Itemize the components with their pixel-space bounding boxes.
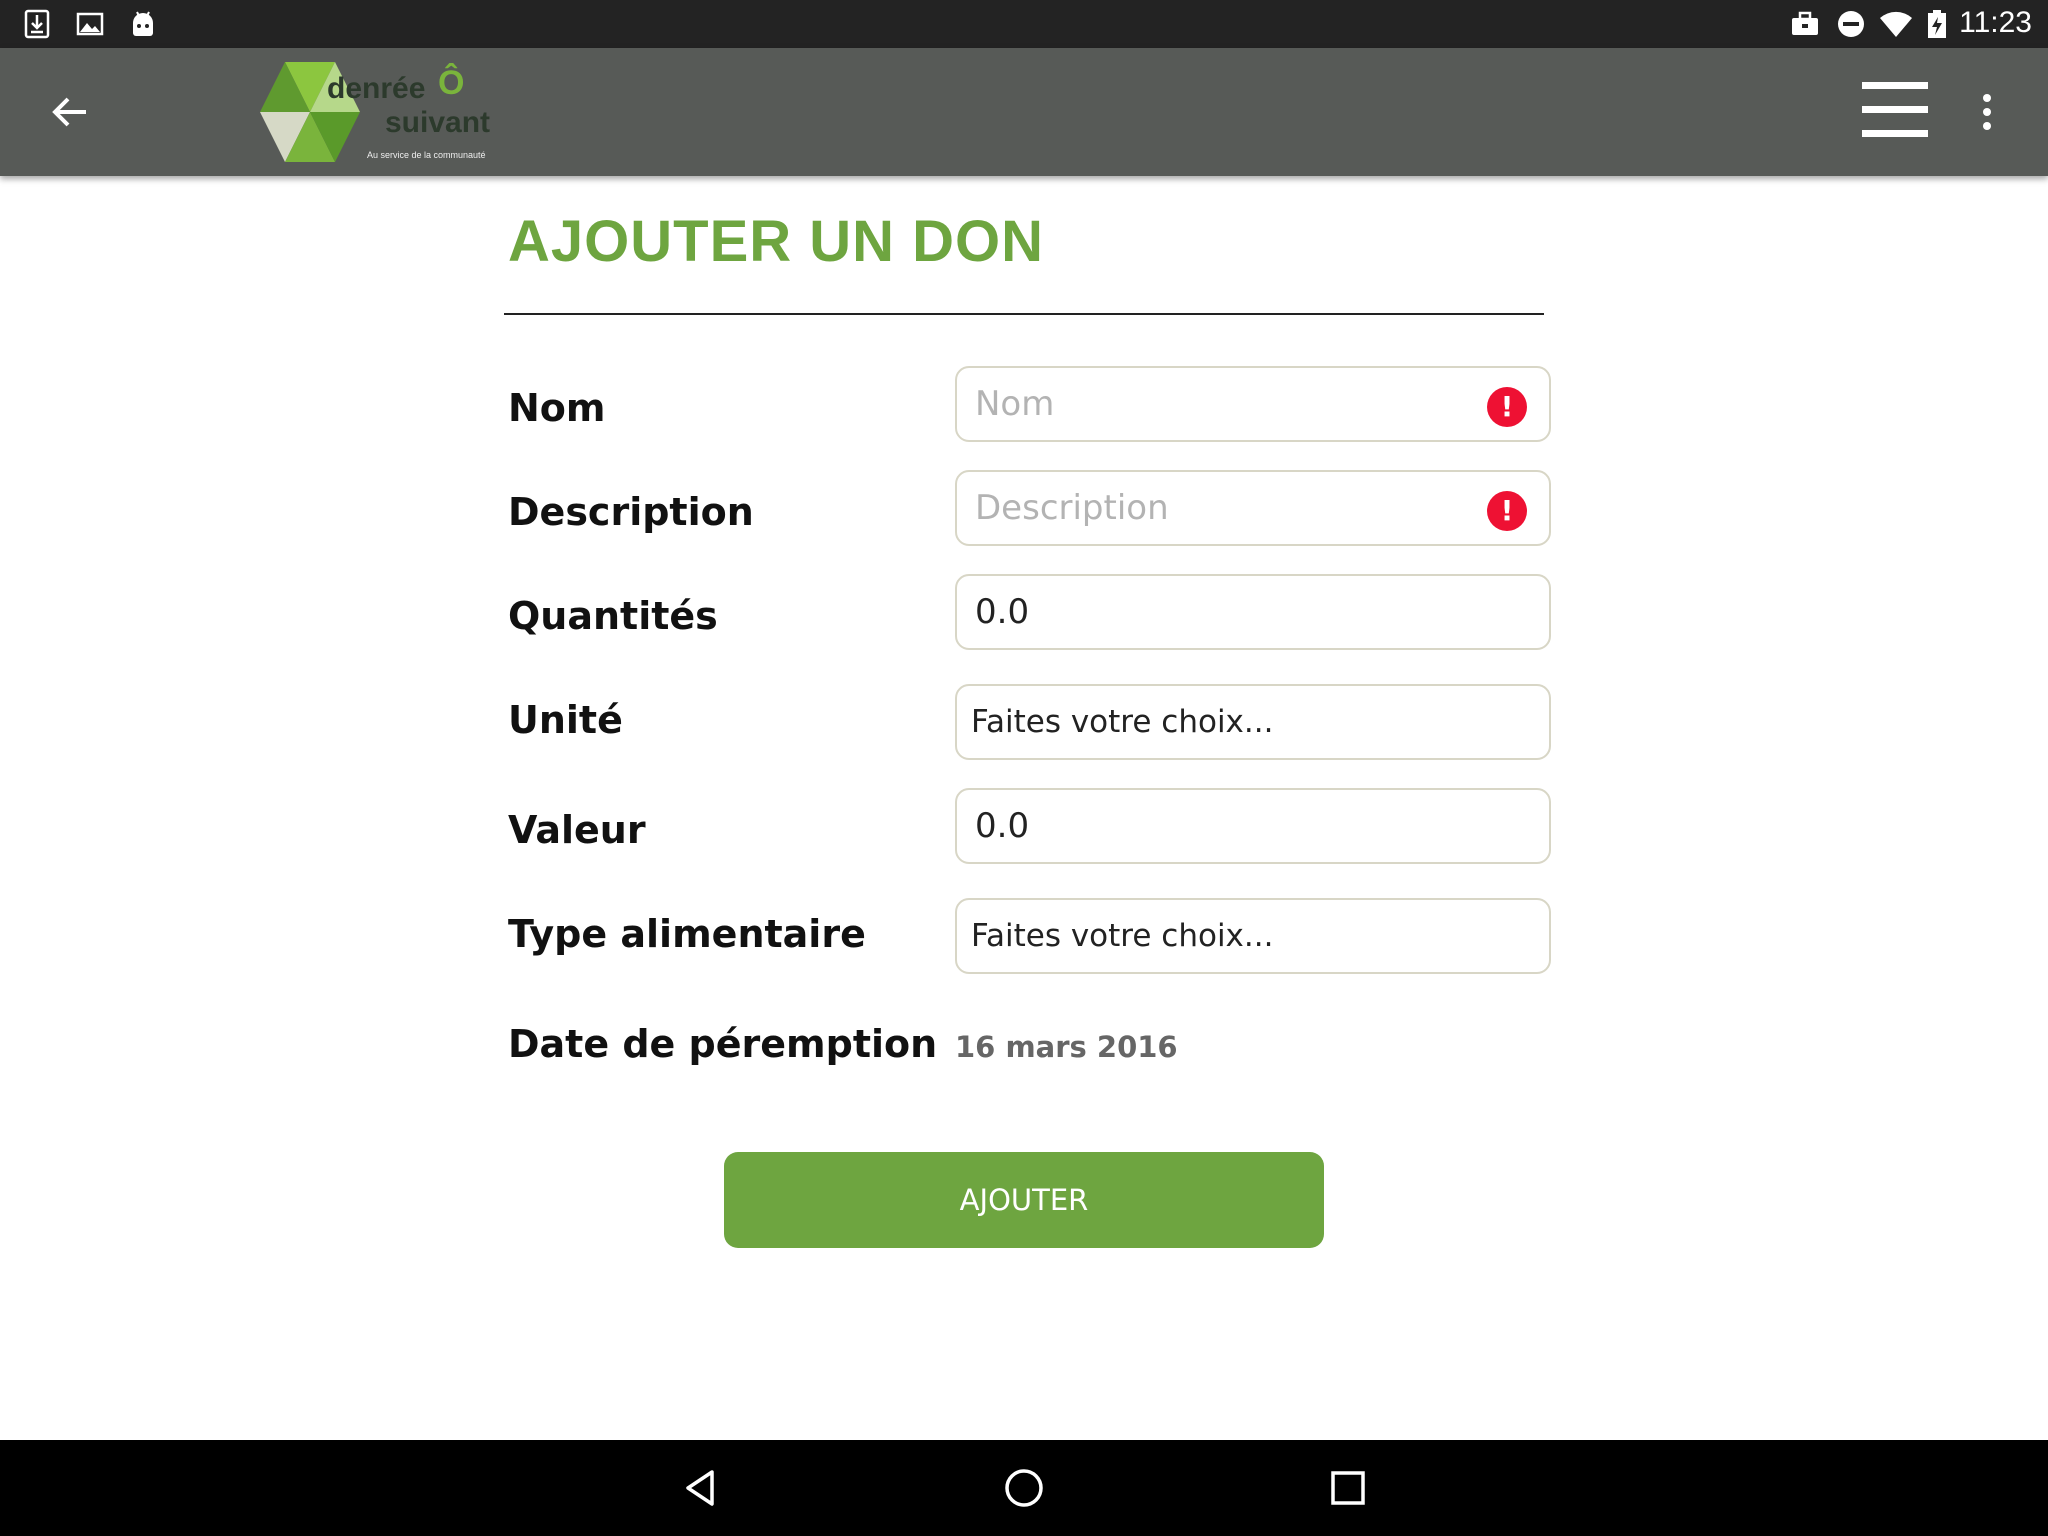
android-icon [133,11,153,36]
app-logo: denrée Ô suivant Au service de la commun… [255,58,505,166]
download-icon [24,9,50,39]
valeur-label: Valeur [508,808,646,852]
error-icon: ! [1487,491,1527,531]
title-divider [504,313,1544,315]
nom-label: Nom [508,386,606,430]
image-icon [76,12,104,36]
logo-text-suivant: suivant [385,106,491,139]
logo-text-o: Ô [438,64,465,102]
nav-back-icon[interactable] [676,1464,724,1512]
quantites-field[interactable] [955,574,1551,650]
logo-text-denree: denrée [327,72,426,105]
type-alimentaire-selected-value: Faites votre choix... [971,918,1274,954]
nav-recents-icon[interactable] [1324,1464,1372,1512]
date-peremption-value[interactable]: 16 mars 2016 [955,1030,1178,1064]
briefcase-icon [1792,11,1818,35]
navigation-bar [0,1440,2048,1536]
status-bar: 11:23 [0,0,2048,48]
nav-home-icon[interactable] [1000,1464,1048,1512]
ajouter-button[interactable]: AJOUTER [724,1152,1324,1248]
valeur-field[interactable] [955,788,1551,864]
nom-input[interactable] [975,378,1465,430]
unite-label: Unité [508,698,623,742]
error-icon: ! [1487,387,1527,427]
description-field[interactable]: ! [955,470,1551,546]
clock: 11:23 [1959,6,2032,39]
nom-field[interactable]: ! [955,366,1551,442]
quantites-label: Quantités [508,594,718,638]
battery-charging-icon [1928,10,1946,38]
quantites-input[interactable] [975,586,1465,638]
description-label: Description [508,490,754,534]
description-input[interactable] [975,482,1465,534]
type-alimentaire-select[interactable]: Faites votre choix... [955,898,1551,974]
do-not-disturb-icon [1838,11,1864,37]
logo-tagline: Au service de la communauté [367,150,486,160]
type-alimentaire-label: Type alimentaire [508,912,866,956]
menu-icon[interactable] [1862,82,1928,142]
valeur-input[interactable] [975,800,1465,852]
unite-selected-value: Faites votre choix... [971,704,1274,740]
more-vert-icon[interactable] [1972,94,2002,134]
back-arrow-icon[interactable] [46,88,94,136]
unite-select[interactable]: Faites votre choix... [955,684,1551,760]
app-bar: denrée Ô suivant Au service de la commun… [0,48,2048,176]
date-peremption-label: Date de péremption [508,1022,938,1066]
page-title: AJOUTER UN DON [508,209,1045,274]
wifi-icon [1880,11,1912,38]
